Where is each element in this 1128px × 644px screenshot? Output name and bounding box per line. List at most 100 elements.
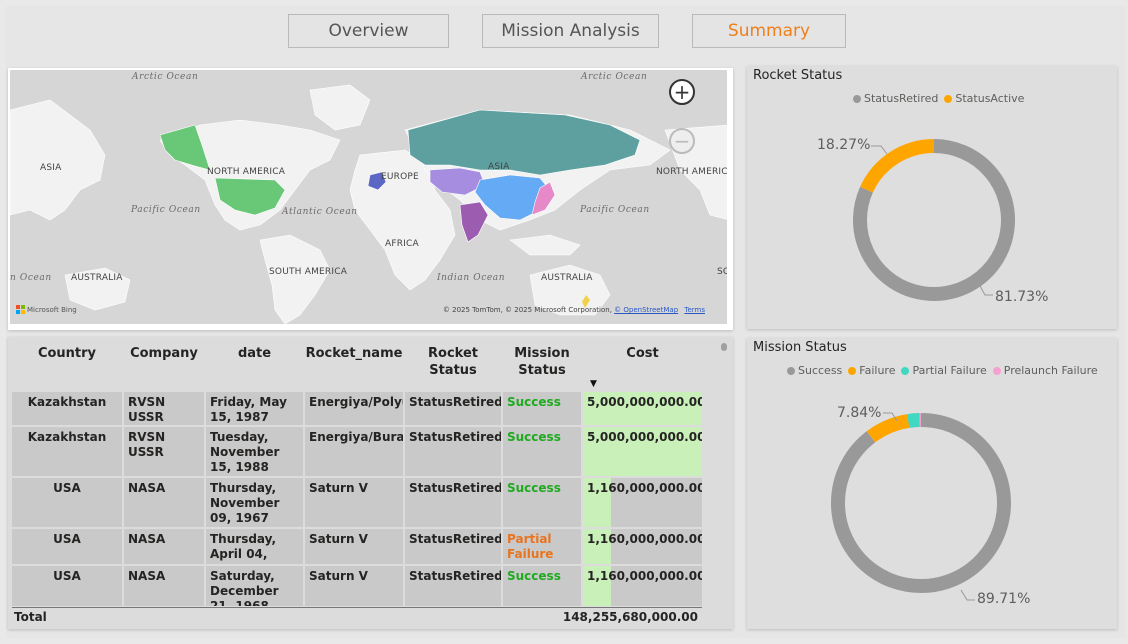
pacific-ocean-label-2: Pacific Ocean	[580, 205, 650, 215]
sort-descending-icon[interactable]: ▼	[590, 379, 597, 389]
header-company[interactable]: Company	[124, 345, 204, 362]
cell-company: NASA	[124, 566, 204, 606]
header-cost[interactable]: Cost	[583, 345, 702, 362]
copyright-text: © 2025 TomTom, © 2025 Microsoft Corporat…	[442, 306, 612, 314]
cell-mission-status: Success	[503, 566, 581, 606]
bing-text: Microsoft Bing	[27, 305, 77, 314]
active-leader-line	[871, 145, 888, 155]
zoom-out-button[interactable]: −	[669, 128, 695, 154]
cell-cost: 1,160,000,000.00	[583, 529, 702, 564]
india-region[interactable]	[459, 201, 489, 243]
rocket-status-chart[interactable]: Rocket Status StatusRetired StatusActive…	[747, 66, 1117, 329]
table-row[interactable]: USA NASA Saturday, December 21, 1968 Saturn…	[12, 566, 702, 606]
donut-slice-success[interactable]	[831, 413, 1011, 593]
cell-rocket-name: Saturn V	[305, 566, 403, 606]
status-retired-pct-label: 81.73%	[995, 289, 1049, 305]
cell-rocket-status: StatusRetired	[405, 566, 501, 606]
table-row[interactable]: Kazakhstan RVSN USSR Tuesday, November 15,…	[12, 427, 702, 476]
total-cost: 148,255,680,000.00	[562, 610, 698, 624]
table-row[interactable]: Kazakhstan RVSN USSR Friday, May 15, 1987 E…	[12, 392, 702, 425]
map-copyright: © 2025 TomTom, © 2025 Microsoft Corporat…	[443, 306, 705, 314]
header-date[interactable]: date	[206, 345, 303, 362]
cost-value: 1,160,000,000.00	[587, 481, 702, 495]
nav-overview-button[interactable]: Overview	[288, 14, 449, 48]
cell-company: NASA	[124, 478, 204, 527]
pacific-ocean-label: Pacific Ocean	[131, 205, 201, 215]
cell-country: Kazakhstan	[12, 392, 122, 425]
asia-left-label: ASIA	[40, 163, 62, 173]
terms-link[interactable]: Terms	[684, 306, 705, 314]
header-rocket-status[interactable]: Rocket Status	[405, 345, 501, 379]
cell-date: Saturday, December 21, 1968	[206, 566, 303, 606]
cost-value: 1,160,000,000.00	[587, 569, 702, 583]
header-rocket-name[interactable]: Rocket_name	[305, 345, 403, 362]
table-row[interactable]: USA NASA Thursday, November 09, 1967 Saturn…	[12, 478, 702, 527]
cell-mission-status: Success	[503, 427, 581, 476]
header-mission-status[interactable]: Mission Status	[503, 345, 581, 379]
australia-label: AUSTRALIA	[541, 273, 593, 283]
cell-mission-status: Success	[503, 392, 581, 425]
cell-rocket-name: Energiya/Buran	[305, 427, 403, 476]
rocket-status-donut[interactable]	[747, 66, 1117, 329]
europe-label: EUROPE	[381, 172, 419, 182]
ocean-partial-label: n Ocean	[10, 273, 52, 283]
map-visual[interactable]: Arctic Ocean Arctic Ocean ASIA NORTH AME…	[8, 68, 733, 330]
failure-pct-label: 7.84%	[837, 405, 882, 421]
donut-slice-failure[interactable]	[866, 414, 910, 443]
nav-mission-analysis-button[interactable]: Mission Analysis	[482, 14, 659, 48]
mission-status-donut[interactable]	[747, 338, 1117, 629]
africa-label: AFRICA	[385, 239, 419, 249]
arctic-ocean-label-2: Arctic Ocean	[581, 72, 648, 82]
world-map	[10, 84, 727, 324]
south-america-land	[259, 234, 331, 324]
cell-country: USA	[12, 529, 122, 564]
cell-rocket-name: Saturn V	[305, 529, 403, 564]
cell-rocket-status: StatusRetired	[405, 478, 501, 527]
cost-value: 1,160,000,000.00	[587, 532, 702, 546]
cell-date: Tuesday, November 15, 1988	[206, 427, 303, 476]
cell-company: NASA	[124, 529, 204, 564]
asia-label: ASIA	[488, 162, 510, 172]
microsoft-bing-logo: Microsoft Bing	[16, 305, 77, 314]
atlantic-ocean-label: Atlantic Ocean	[282, 207, 358, 217]
cell-cost: 1,160,000,000.00	[583, 478, 702, 527]
nav-summary-button[interactable]: Summary	[692, 14, 846, 48]
zoom-in-button[interactable]: +	[669, 79, 695, 105]
cell-date: Thursday, April 04, 1968	[206, 529, 303, 564]
donut-slice-partial-failure[interactable]	[907, 413, 920, 428]
cell-cost: 1,160,000,000.00	[583, 566, 702, 606]
table-scrollbar[interactable]	[721, 343, 727, 619]
table-row[interactable]: USANASAThursday, April 04, 1968Saturn VS…	[12, 529, 702, 564]
cell-rocket-name: Energiya/Polyus	[305, 392, 403, 425]
launch-table[interactable]: Country Company date Rocket_name Rocket …	[8, 337, 733, 629]
cost-value: 5,000,000,000.00	[587, 430, 702, 444]
north-america-right-label: NORTH AMERICA	[656, 167, 727, 177]
cell-country: Kazakhstan	[12, 427, 122, 476]
mission-status-chart[interactable]: Mission Status Success Failure Partial F…	[747, 338, 1117, 629]
header-country[interactable]: Country	[12, 345, 122, 362]
map-canvas[interactable]: Arctic Ocean Arctic Ocean ASIA NORTH AME…	[10, 70, 727, 324]
south-america-label: SOUTH AMERICA	[269, 267, 348, 277]
indian-ocean-label: Indian Ocean	[437, 273, 506, 283]
cell-date: Friday, May 15, 1987	[206, 392, 303, 425]
cell-cost: 5,000,000,000.00	[583, 392, 702, 425]
cell-mission-status: Success	[503, 478, 581, 527]
arctic-ocean-label: Arctic Ocean	[132, 72, 199, 82]
asia-left-land	[10, 99, 106, 221]
total-label: Total	[14, 610, 47, 624]
success-pct-label: 89.71%	[977, 591, 1031, 607]
australia-left-label: AUSTRALIA	[71, 273, 123, 283]
north-america-label: NORTH AMERICA	[207, 167, 286, 177]
donut-slice-statusactive[interactable]	[860, 139, 935, 193]
cell-mission-status: Partial Failure	[503, 529, 581, 564]
openstreetmap-link[interactable]: © OpenStreetMap	[614, 306, 678, 314]
cost-value: 5,000,000,000.00	[587, 395, 702, 409]
cell-rocket-status: StatusRetired	[405, 529, 501, 564]
cell-rocket-status: StatusRetired	[405, 427, 501, 476]
bing-logo-icon	[16, 305, 25, 314]
scrollbar-thumb[interactable]	[721, 343, 727, 351]
cell-company: RVSN USSR	[124, 427, 204, 476]
success-leader-line	[960, 589, 975, 601]
cell-company: RVSN USSR	[124, 392, 204, 425]
so-partial-label: SC	[717, 267, 727, 277]
